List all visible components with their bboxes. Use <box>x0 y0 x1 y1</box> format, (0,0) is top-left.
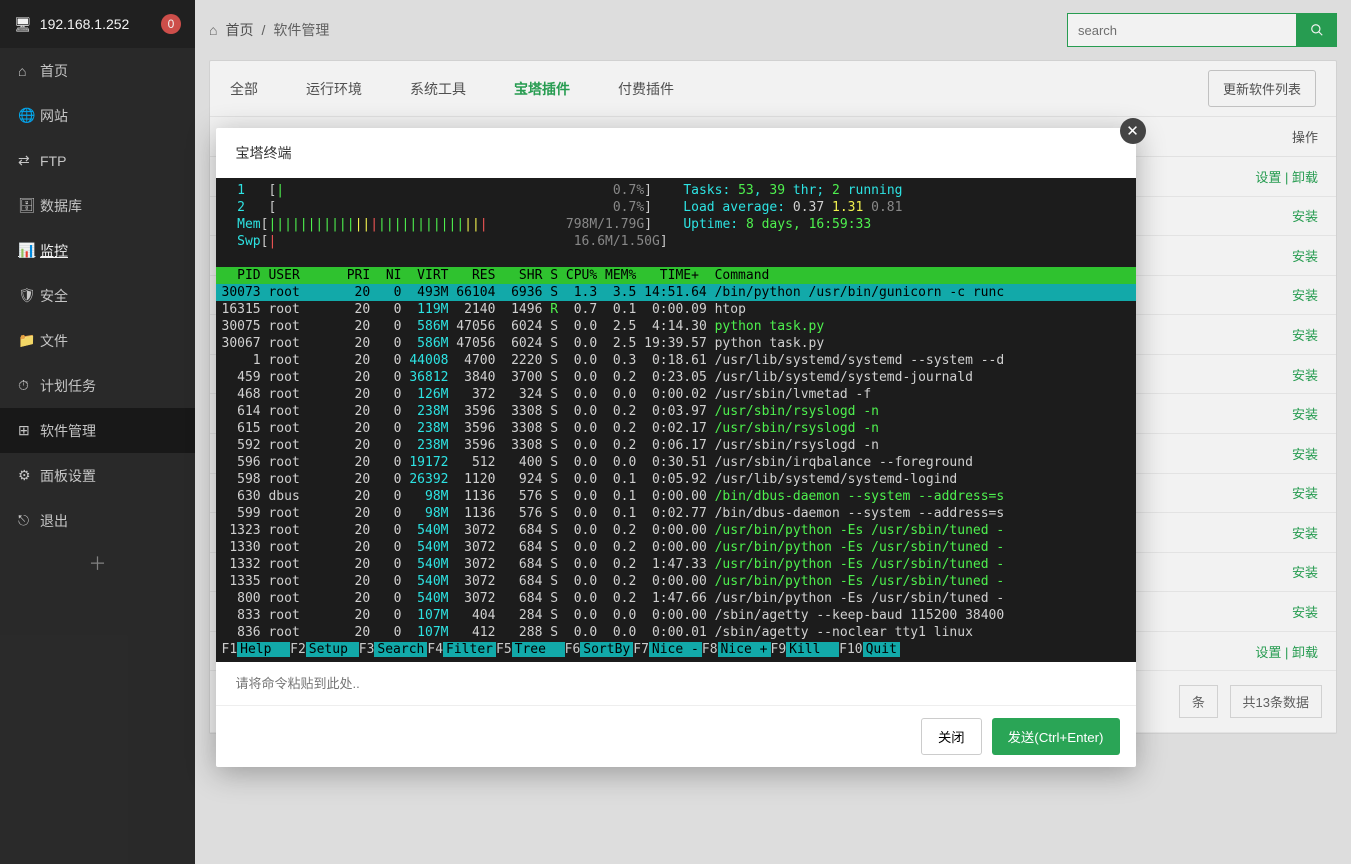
modal-title: 宝塔终端 <box>216 128 1136 178</box>
modal-overlay: ✕ 宝塔终端 1 [| 0.7%] Tasks: 53, 39 thr; 2 r… <box>0 0 1351 864</box>
close-button[interactable]: 关闭 <box>921 718 982 755</box>
terminal-output: 1 [| 0.7%] Tasks: 53, 39 thr; 2 running … <box>216 178 1136 662</box>
modal-close-button[interactable]: ✕ <box>1120 118 1146 144</box>
terminal-modal: ✕ 宝塔终端 1 [| 0.7%] Tasks: 53, 39 thr; 2 r… <box>216 128 1136 767</box>
command-input[interactable] <box>216 662 1136 705</box>
send-button[interactable]: 发送(Ctrl+Enter) <box>992 718 1120 755</box>
